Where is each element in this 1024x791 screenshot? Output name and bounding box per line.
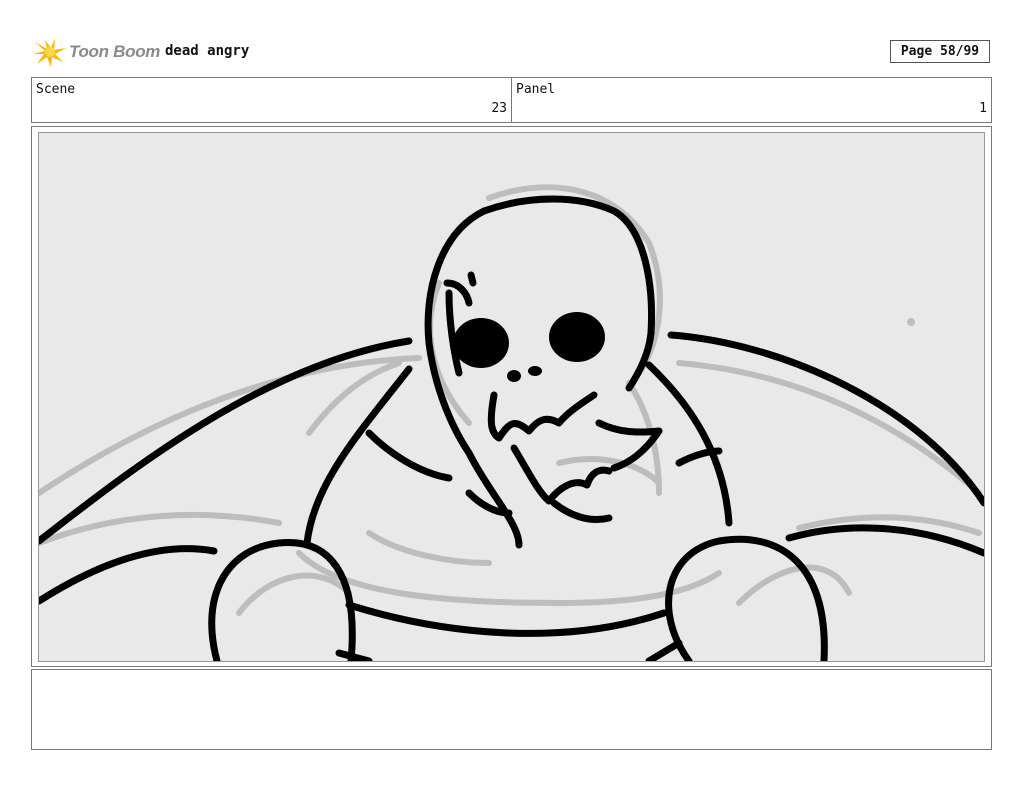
- stray-dot: [907, 318, 915, 326]
- scene-number: 23: [491, 101, 507, 116]
- page-indicator: Page 58/99: [890, 40, 990, 63]
- right-eye: [549, 312, 605, 362]
- project-title: dead angry: [165, 43, 250, 59]
- panel-cell: Panel 1: [512, 78, 991, 122]
- panel-number: 1: [979, 101, 987, 116]
- scene-panel-info-row: Scene 23 Panel 1: [31, 77, 992, 123]
- sketch-canvas: [39, 184, 984, 661]
- panel-label: Panel: [516, 82, 556, 97]
- nose-right: [528, 366, 542, 376]
- notes-box[interactable]: [31, 669, 992, 750]
- left-eye: [453, 318, 509, 368]
- toon-boom-burst-icon: [33, 38, 66, 67]
- scene-label: Scene: [36, 82, 76, 97]
- nose-left: [507, 370, 521, 382]
- panel-frame: [31, 126, 992, 667]
- logo-text: Toon Boom: [69, 42, 161, 61]
- storyboard-drawing[interactable]: [38, 132, 985, 662]
- ink-lines: [39, 195, 984, 661]
- eye-sockets: [453, 312, 605, 382]
- toon-boom-logo: Toon Boom: [33, 36, 160, 68]
- scene-cell: Scene 23: [32, 78, 512, 122]
